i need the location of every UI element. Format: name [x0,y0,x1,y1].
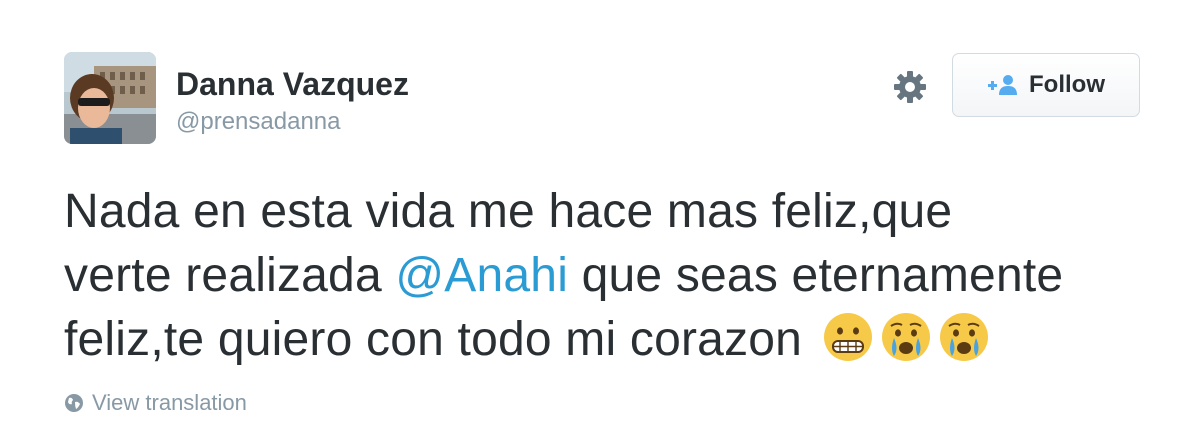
gear-icon[interactable] [891,68,929,106]
add-person-icon [988,75,1017,95]
follow-label: Follow [1029,71,1105,98]
mention-link[interactable]: @Anahi [395,249,568,302]
view-translation-label: View translation [92,390,247,415]
tweet-line-3: feliz,te quiero con todo mi corazon [64,308,1164,372]
follow-button[interactable]: Follow [952,53,1140,117]
tweet-line-1: Nada en esta vida me hace mas feliz,que [64,185,953,238]
crying-face-icon [880,311,932,363]
tweet-line-2-start: verte realizada [64,249,396,302]
tweet-line-3-text: feliz,te quiero con todo mi corazon [64,313,803,366]
user-handle[interactable]: @prensadanna [176,108,340,136]
tweet-line-2-end: que seas eternamente [568,249,1064,302]
globe-icon [65,394,83,412]
tweet-card: Danna Vazquez @prensadanna Follow Nada e… [0,0,1200,428]
grimacing-face-icon [822,311,874,363]
crying-face-icon [938,311,990,363]
user-name[interactable]: Danna Vazquez [176,66,409,103]
avatar[interactable] [64,52,156,144]
tweet-text: Nada en esta vida me hace mas feliz,que … [64,180,1164,372]
view-translation-link[interactable]: View translation [64,390,247,416]
tweet-line-2: verte realizada @Anahi que seas etername… [64,244,1164,308]
